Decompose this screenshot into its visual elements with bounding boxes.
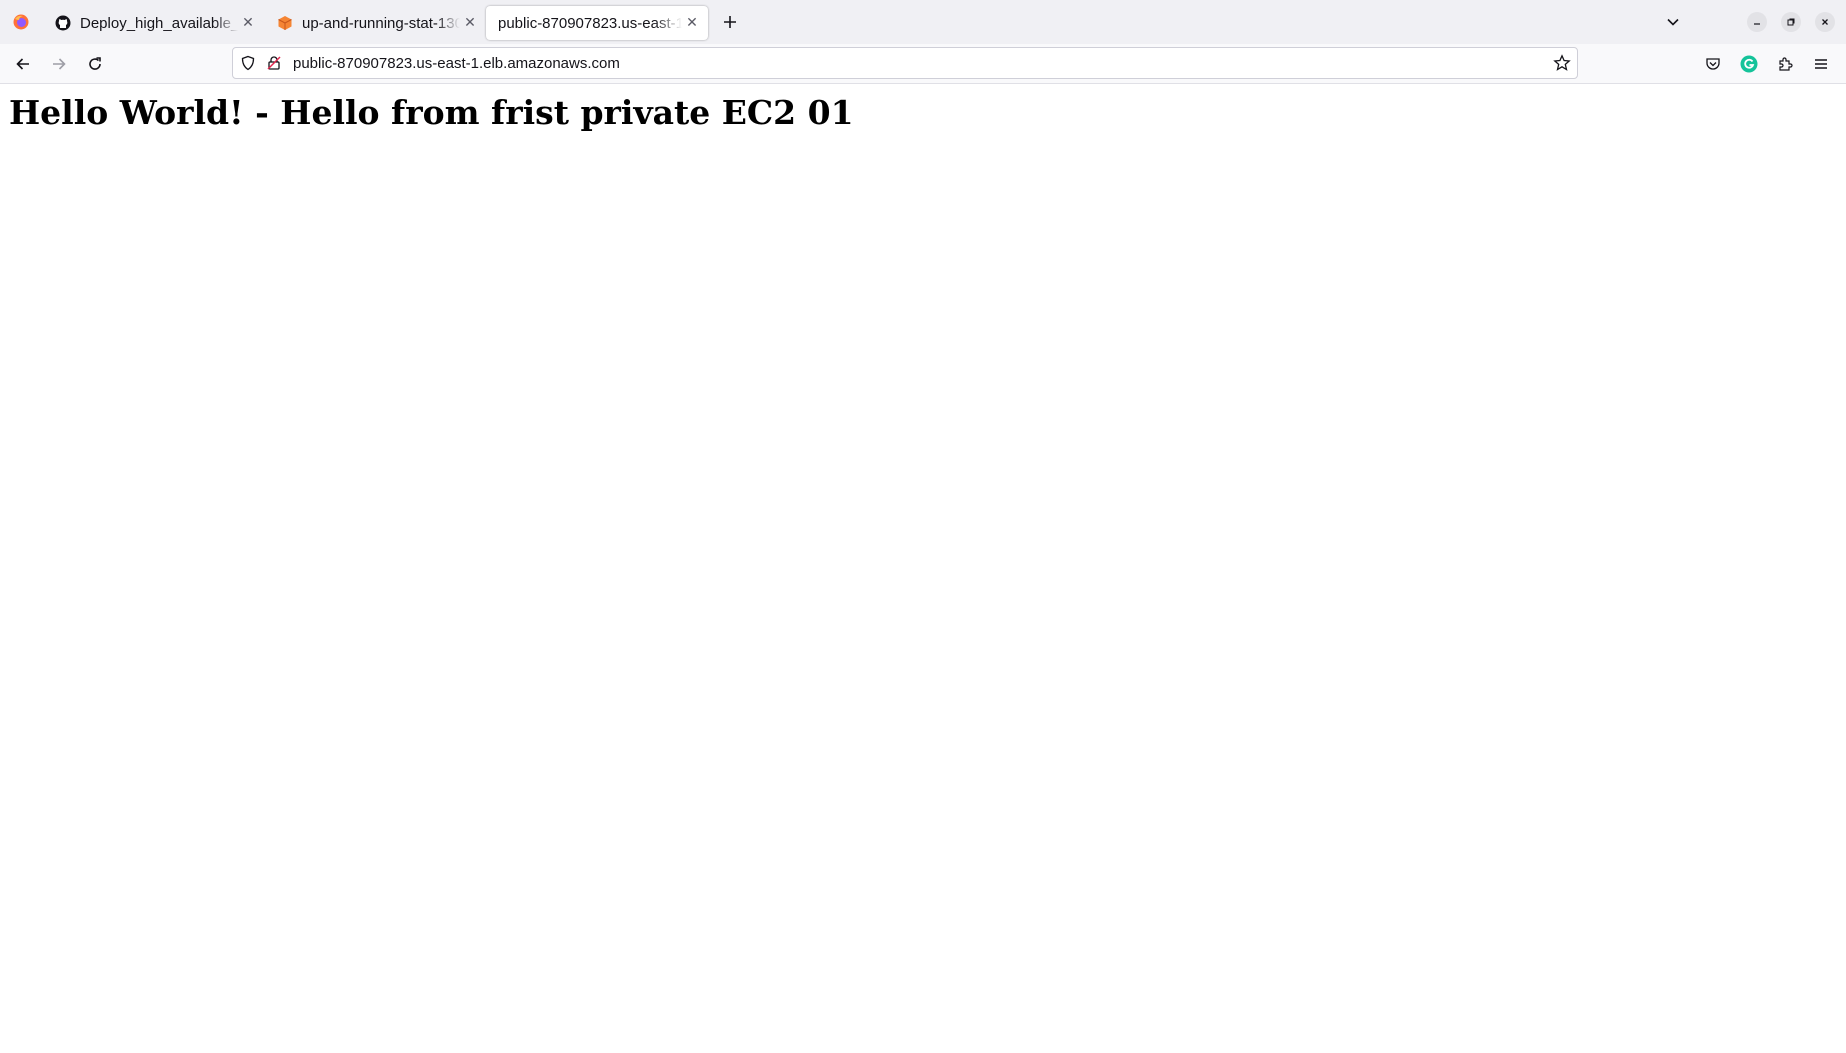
extensions-button[interactable] bbox=[1769, 48, 1801, 80]
address-bar[interactable]: public-870907823.us-east-1.elb.amazonaws… bbox=[232, 47, 1578, 79]
tab-github[interactable]: Deploy_high_available_app ✕ bbox=[42, 6, 264, 40]
chevron-down-icon bbox=[1667, 18, 1679, 26]
new-tab-button[interactable] bbox=[712, 5, 748, 39]
tab-title: Deploy_high_available_app bbox=[80, 14, 238, 32]
pocket-button[interactable] bbox=[1697, 48, 1729, 80]
close-icon[interactable]: ✕ bbox=[462, 14, 478, 30]
github-icon bbox=[54, 14, 72, 32]
minimize-icon bbox=[1754, 23, 1760, 25]
bookmark-star-icon[interactable] bbox=[1553, 54, 1571, 77]
grammarly-extension-button[interactable] bbox=[1733, 48, 1765, 80]
close-window-button[interactable] bbox=[1808, 0, 1842, 44]
aws-cube-icon bbox=[276, 14, 294, 32]
restore-button[interactable] bbox=[1774, 0, 1808, 44]
arrow-left-icon bbox=[16, 58, 29, 70]
tab-title: public-870907823.us-east-1.elb.amazonaws… bbox=[498, 14, 682, 32]
hamburger-menu-icon bbox=[1815, 59, 1827, 69]
restore-icon bbox=[1787, 18, 1795, 26]
insecure-lock-icon[interactable] bbox=[263, 55, 285, 71]
tab-bar: Deploy_high_available_app ✕ up-and-runni… bbox=[0, 0, 1846, 44]
puzzle-piece-icon bbox=[1779, 57, 1793, 71]
grammarly-icon bbox=[1740, 55, 1758, 73]
arrow-right-icon bbox=[53, 58, 66, 70]
page-heading: Hello World! - Hello from frist private … bbox=[9, 93, 854, 132]
tab-elb-active[interactable]: public-870907823.us-east-1.elb.amazonaws… bbox=[486, 6, 708, 40]
reload-icon bbox=[89, 57, 101, 70]
firefox-logo-icon[interactable] bbox=[0, 0, 42, 44]
tab-title: up-and-running-stat-1309 bbox=[302, 14, 460, 32]
back-button[interactable] bbox=[7, 48, 39, 80]
plus-icon bbox=[724, 16, 736, 28]
reload-button[interactable] bbox=[79, 48, 111, 80]
forward-button[interactable] bbox=[43, 48, 75, 80]
close-icon[interactable]: ✕ bbox=[684, 14, 700, 30]
tab-aws[interactable]: up-and-running-stat-1309 ✕ bbox=[264, 6, 486, 40]
minimize-button[interactable] bbox=[1740, 0, 1774, 44]
pocket-icon bbox=[1706, 58, 1720, 70]
close-icon[interactable]: ✕ bbox=[240, 14, 256, 30]
close-icon bbox=[1822, 19, 1828, 25]
list-all-tabs-button[interactable] bbox=[1656, 0, 1690, 44]
window-controls bbox=[1656, 0, 1846, 44]
app-menu-button[interactable] bbox=[1805, 48, 1837, 80]
tracking-shield-icon[interactable] bbox=[233, 55, 263, 71]
url-text[interactable]: public-870907823.us-east-1.elb.amazonaws… bbox=[293, 55, 620, 72]
navigation-toolbar: public-870907823.us-east-1.elb.amazonaws… bbox=[0, 44, 1846, 84]
